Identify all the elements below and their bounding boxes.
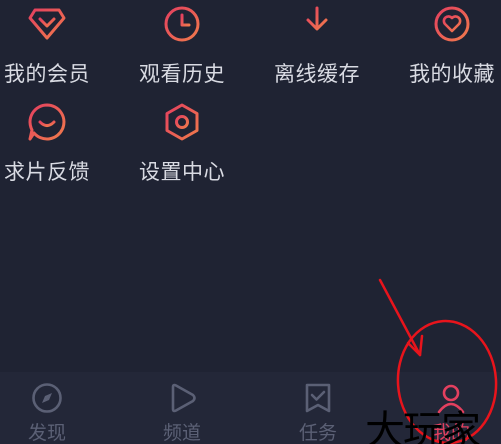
settings-hexagon-icon bbox=[160, 100, 204, 144]
clock-icon bbox=[160, 2, 204, 46]
nav-tab-discover[interactable]: 发现 bbox=[2, 382, 92, 444]
download-icon bbox=[295, 2, 339, 46]
menu-item-label: 我的收藏 bbox=[409, 62, 495, 86]
profile-screen: 我的会员 观看历史 离线缓存 我的收藏 求片反馈 设置中心 发现 频道 任务 我… bbox=[0, 0, 501, 444]
menu-item-vip[interactable]: 我的会员 bbox=[0, 2, 102, 92]
chat-bubble-icon bbox=[25, 100, 69, 144]
menu-item-settings[interactable]: 设置中心 bbox=[127, 100, 237, 190]
compass-icon bbox=[30, 382, 64, 414]
play-icon bbox=[165, 382, 199, 414]
nav-tab-channel[interactable]: 频道 bbox=[137, 382, 227, 444]
menu-item-feedback[interactable]: 求片反馈 bbox=[0, 100, 102, 190]
menu-item-label: 我的会员 bbox=[4, 62, 90, 86]
heart-icon bbox=[430, 2, 474, 46]
nav-tab-label: 任务 bbox=[298, 422, 337, 444]
menu-item-favorites[interactable]: 我的收藏 bbox=[397, 2, 501, 92]
menu-item-label: 求片反馈 bbox=[4, 160, 90, 184]
menu-item-label: 观看历史 bbox=[139, 62, 225, 86]
nav-tab-tasks[interactable]: 任务 bbox=[273, 382, 363, 444]
menu-item-history[interactable]: 观看历史 bbox=[127, 2, 237, 92]
nav-tab-label: 发现 bbox=[27, 422, 66, 444]
menu-item-label: 离线缓存 bbox=[274, 62, 360, 86]
menu-item-offline-cache[interactable]: 离线缓存 bbox=[262, 2, 372, 92]
nav-tab-label: 频道 bbox=[162, 422, 201, 444]
watermark: 大玩家 bbox=[365, 408, 481, 444]
diamond-icon bbox=[25, 2, 69, 46]
menu-item-label: 设置中心 bbox=[139, 160, 225, 184]
task-icon bbox=[301, 382, 335, 414]
